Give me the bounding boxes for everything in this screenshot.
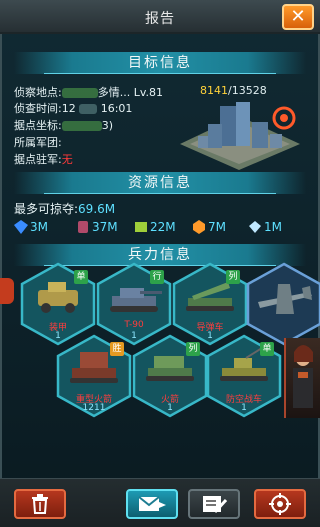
bottom-toolbar bbox=[0, 478, 320, 527]
legion: 所属军团: bbox=[14, 134, 62, 150]
edit-button[interactable] bbox=[188, 489, 240, 519]
troop-tag-badge: 行 bbox=[150, 270, 164, 284]
section-target-info: 目标信息 bbox=[14, 52, 306, 74]
troop-tag-badge: 单 bbox=[260, 342, 274, 356]
resource-steel: 22M bbox=[134, 218, 176, 236]
garrison: 据点驻军:无 bbox=[14, 151, 73, 167]
resource-value: 37M bbox=[92, 220, 118, 234]
troop-slot[interactable]: 单防空战车 1 bbox=[206, 334, 282, 418]
steel-icon bbox=[135, 222, 147, 232]
max-loot-value: 69.6M bbox=[78, 202, 116, 216]
oil-barrel-icon bbox=[78, 221, 88, 233]
mail-send-icon bbox=[138, 496, 166, 511]
blurred-text bbox=[61, 121, 102, 131]
base-coords-suffix: 3) bbox=[101, 119, 114, 132]
blurred-text bbox=[61, 88, 98, 98]
crosshair-icon bbox=[269, 493, 291, 515]
scout-location-value: 多情... bbox=[97, 86, 131, 99]
troop-count: 1 bbox=[167, 403, 173, 413]
scout-time-clock: 16:01 bbox=[100, 102, 133, 115]
ore-icon bbox=[193, 220, 205, 234]
scout-time-date: 12 bbox=[61, 102, 76, 115]
base-coords: 据点坐标: 3) bbox=[14, 117, 113, 133]
locate-target-button[interactable] bbox=[254, 489, 306, 519]
troop-slot[interactable]: 列火箭 1 bbox=[132, 334, 208, 418]
scout-time: 侦查时间:12 16:01 bbox=[14, 100, 132, 116]
resource-gem: 1M bbox=[248, 218, 282, 236]
garrison-label: 据点驻军: bbox=[14, 153, 62, 166]
crystal-icon bbox=[14, 220, 28, 234]
resource-ore: 7M bbox=[192, 218, 226, 236]
resource-value: 7M bbox=[208, 220, 226, 234]
resource-value: 1M bbox=[264, 220, 282, 234]
enemy-base-image bbox=[180, 102, 300, 170]
legion-label: 所属军团: bbox=[14, 136, 62, 149]
scout-location-label: 侦察地点: bbox=[14, 86, 62, 99]
troop-tag-badge: 单 bbox=[74, 270, 88, 284]
edit-note-icon bbox=[203, 496, 227, 514]
power-readout: 8141/13528 bbox=[200, 84, 267, 97]
troop-count: 1 bbox=[241, 403, 247, 413]
base-coords-label: 据点坐标: bbox=[14, 119, 62, 132]
trash-icon bbox=[32, 494, 48, 514]
hero-avatar-icon bbox=[293, 345, 313, 408]
hero-portrait bbox=[284, 338, 320, 418]
side-toggle-tab[interactable] bbox=[0, 278, 14, 304]
power-current: 8141 bbox=[200, 84, 228, 97]
close-button[interactable]: ✕ bbox=[282, 4, 314, 30]
troop-tag-badge: 列 bbox=[186, 342, 200, 356]
scout-time-label: 侦查时间: bbox=[14, 102, 62, 115]
resource-crystal: 3M bbox=[14, 218, 48, 236]
resource-list: 3M 37M 22M 7M 1M bbox=[14, 218, 314, 236]
power-max: /13528 bbox=[228, 84, 267, 97]
section-resource-info: 资源信息 bbox=[14, 172, 306, 194]
resource-oil: 37M bbox=[76, 218, 118, 236]
share-mail-button[interactable] bbox=[126, 489, 178, 519]
header-bar: 报告 ✕ bbox=[0, 0, 320, 34]
window-title: 报告 bbox=[145, 11, 175, 27]
troop-name: T-90 bbox=[124, 320, 144, 330]
delete-button[interactable] bbox=[14, 489, 66, 519]
troop-tag-badge: 胜 bbox=[110, 342, 124, 356]
troop-tag-badge: 列 bbox=[226, 270, 240, 284]
troop-count: 1211 bbox=[82, 403, 106, 413]
blurred-text bbox=[79, 104, 98, 114]
resource-value: 22M bbox=[150, 220, 176, 234]
level-value: Lv.81 bbox=[133, 86, 163, 99]
troop-slot[interactable]: 胜重型火箭 1211 bbox=[56, 334, 132, 418]
scout-location: 侦察地点: 多情... Lv.81 bbox=[14, 84, 163, 100]
resource-value: 3M bbox=[30, 220, 48, 234]
garrison-value: 无 bbox=[61, 153, 73, 166]
max-loot-label: 最多可掠夺: bbox=[14, 202, 79, 216]
gem-icon bbox=[249, 221, 261, 233]
max-loot: 最多可掠夺:69.6M bbox=[14, 200, 115, 217]
